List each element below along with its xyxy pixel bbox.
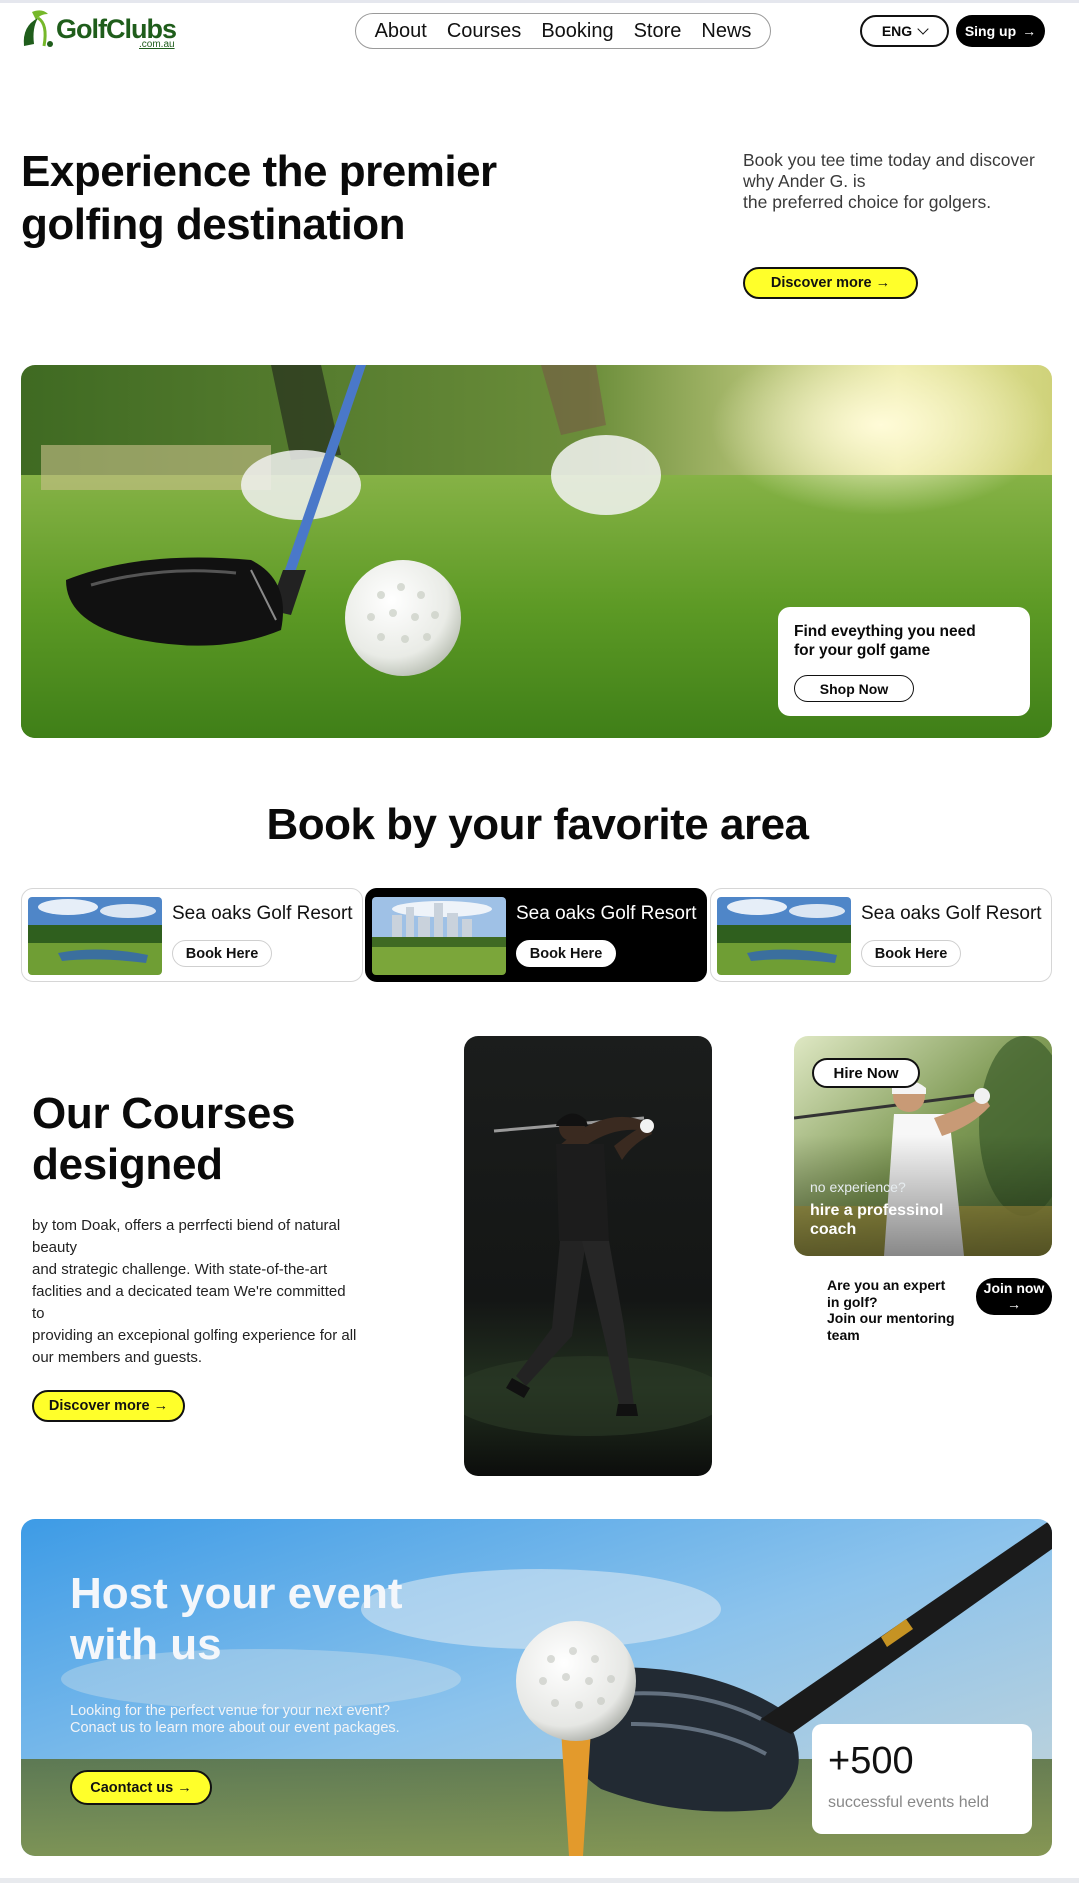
area-card[interactable]: Sea oaks Golf Resort Book Here bbox=[21, 888, 363, 982]
area-card[interactable]: Sea oaks Golf Resort Book Here bbox=[710, 888, 1052, 982]
city-course-image bbox=[372, 897, 506, 975]
arrow-right-icon: → bbox=[1022, 23, 1037, 39]
expert-line: Join our mentoring bbox=[827, 1310, 955, 1326]
logo-domain: .com.au bbox=[139, 39, 175, 50]
golfer-logo-icon bbox=[23, 10, 53, 47]
contact-us-button[interactable]: Caontact us → bbox=[70, 1770, 212, 1805]
hero-description-line: the preferred choice for golgers. bbox=[743, 192, 992, 212]
logo[interactable]: GolfClubs .com.au bbox=[18, 6, 188, 52]
nav-news[interactable]: News bbox=[701, 20, 751, 43]
coach-headline: hire a professinol coach bbox=[810, 1202, 944, 1238]
courses-title: Our Courses designed bbox=[32, 1089, 296, 1189]
courses-description-line: by tom Doak, offers a perrfecti biend of… bbox=[32, 1217, 341, 1234]
book-here-button[interactable]: Book Here bbox=[861, 940, 961, 967]
events-stat-card: +500 successful events held bbox=[812, 1724, 1032, 1834]
shop-card: Find eveything you need for your golf ga… bbox=[778, 607, 1030, 716]
shop-card-title: Find eveything you need for your golf ga… bbox=[794, 623, 976, 659]
chevron-down-icon bbox=[917, 22, 929, 35]
resort-image bbox=[717, 897, 851, 975]
nav-booking[interactable]: Booking bbox=[541, 20, 613, 43]
language-label: ENG bbox=[881, 23, 913, 39]
join-now-button[interactable]: Join now → bbox=[976, 1278, 1052, 1315]
event-description: Looking for the perfect venue for your n… bbox=[70, 1703, 430, 1737]
courses-discover-button[interactable]: Discover more → bbox=[32, 1390, 185, 1422]
book-here-button[interactable]: Book Here bbox=[516, 940, 616, 967]
hire-now-button[interactable]: Hire Now bbox=[812, 1058, 920, 1088]
courses-description: by tom Doak, offers a perrfecti biend of… bbox=[32, 1215, 372, 1369]
courses-description-line: beauty bbox=[32, 1239, 78, 1256]
expert-text: Are you an expert in golf? Join our ment… bbox=[827, 1277, 957, 1343]
top-border bbox=[0, 0, 1079, 3]
nav-about[interactable]: About bbox=[375, 20, 427, 43]
hero-discover-button[interactable]: Discover more → bbox=[743, 267, 918, 299]
courses-description-line: and strategic challenge. With state-of-t… bbox=[32, 1261, 328, 1278]
area-card-active[interactable]: Sea oaks Golf Resort Book Here bbox=[365, 888, 707, 982]
courses-description-line: to bbox=[32, 1305, 45, 1322]
nav-courses[interactable]: Courses bbox=[447, 20, 521, 43]
signup-button[interactable]: Sing up → bbox=[956, 15, 1045, 47]
coach-small-text: no experience? bbox=[810, 1179, 906, 1195]
hero-description-line: why Ander G. is bbox=[743, 171, 866, 191]
event-title: Host your event with us bbox=[70, 1569, 403, 1669]
event-description-line: Conact us to learn more about our event … bbox=[70, 1720, 400, 1736]
hero-title: Experience the premier golfing destinati… bbox=[21, 147, 497, 249]
courses-description-line: providing an excepional golfing experien… bbox=[32, 1327, 357, 1344]
area-name: Sea oaks Golf Resort bbox=[172, 903, 353, 924]
bottom-border bbox=[0, 1878, 1079, 1883]
hero-description: Book you tee time today and discover why… bbox=[743, 150, 1043, 213]
courses-description-line: faclities and a decicated team We're com… bbox=[32, 1283, 346, 1300]
book-here-button[interactable]: Book Here bbox=[172, 940, 272, 967]
expert-line: in golf? bbox=[827, 1293, 878, 1310]
courses-description-line: our members and guests. bbox=[32, 1349, 203, 1366]
area-name: Sea oaks Golf Resort bbox=[516, 903, 697, 924]
coach-card: Hire Now no experience? hire a professin… bbox=[794, 1036, 1052, 1256]
areas-title: Book by your favorite area bbox=[266, 800, 809, 849]
stat-label: successful events held bbox=[828, 1794, 989, 1811]
signup-label: Sing up bbox=[964, 23, 1017, 39]
event-description-line: Looking for the perfect venue for your n… bbox=[70, 1703, 391, 1719]
hero-description-line: Book you tee time today and discover bbox=[743, 150, 1035, 170]
expert-line: Are you an expert bbox=[827, 1277, 946, 1293]
shop-now-button[interactable]: Shop Now bbox=[794, 675, 914, 702]
stat-value: +500 bbox=[828, 1740, 914, 1782]
area-name: Sea oaks Golf Resort bbox=[861, 903, 1042, 924]
language-selector[interactable]: ENG bbox=[860, 15, 949, 47]
main-nav: About Courses Booking Store News bbox=[355, 13, 771, 49]
nav-store[interactable]: Store bbox=[634, 20, 682, 43]
golfer-image bbox=[464, 1036, 712, 1476]
resort-image bbox=[28, 897, 162, 975]
expert-line: team bbox=[827, 1326, 860, 1343]
